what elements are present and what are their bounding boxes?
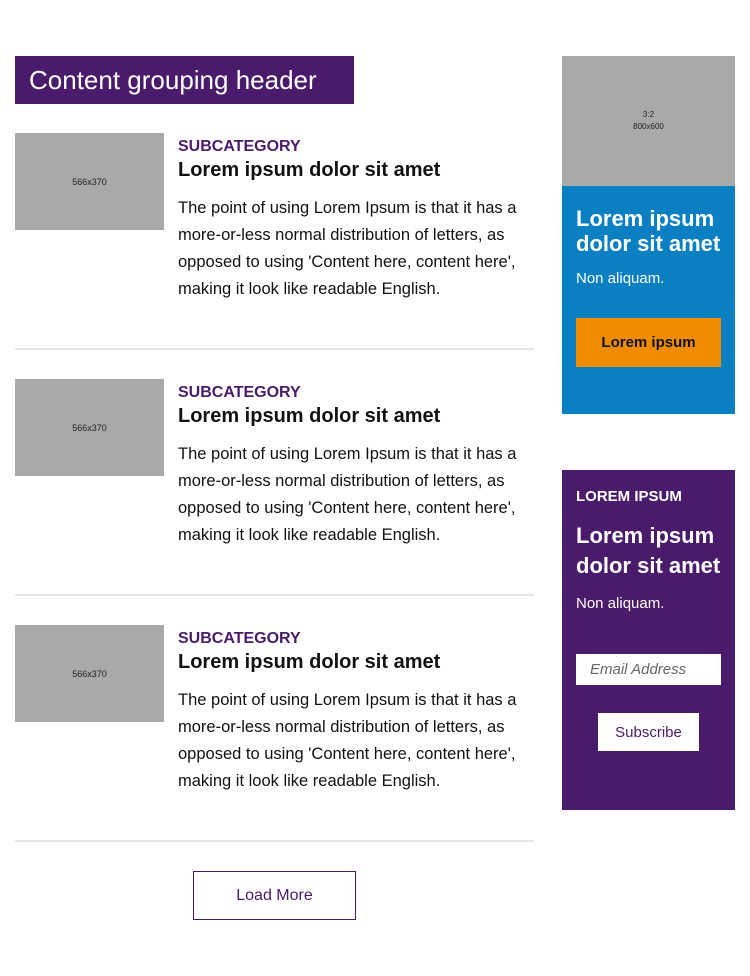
- newsletter-title: Lorem ipsum dolor sit amet: [576, 523, 721, 578]
- article-text: SUBCATEGORY Lorem ipsum dolor sit amet T…: [178, 137, 528, 303]
- article-title[interactable]: Lorem ipsum dolor sit amet: [178, 649, 528, 675]
- article-subcategory[interactable]: SUBCATEGORY: [178, 137, 528, 157]
- article-title[interactable]: Lorem ipsum dolor sit amet: [178, 403, 528, 429]
- article-title[interactable]: Lorem ipsum dolor sit amet: [178, 157, 528, 183]
- article-subcategory[interactable]: SUBCATEGORY: [178, 383, 528, 403]
- newsletter-body: LOREM IPSUM Lorem ipsum dolor sit amet N…: [562, 470, 735, 751]
- article-text: SUBCATEGORY Lorem ipsum dolor sit amet T…: [178, 629, 528, 795]
- article-thumbnail[interactable]: 566x370: [15, 379, 164, 476]
- article-card: 566x370 SUBCATEGORY Lorem ipsum dolor si…: [15, 133, 534, 350]
- thumbnail-size-label: 566x370: [72, 176, 107, 187]
- content-grouping-header: Content grouping header: [15, 56, 354, 104]
- article-description: The point of using Lorem Ipsum is that i…: [178, 445, 517, 544]
- promo-cta-button[interactable]: Lorem ipsum: [576, 318, 721, 367]
- email-field[interactable]: [576, 654, 721, 685]
- promo-title: Lorem ipsum dolor sit amet: [576, 206, 721, 256]
- article-description: The point of using Lorem Ipsum is that i…: [178, 691, 517, 790]
- newsletter-eyebrow: LOREM IPSUM: [576, 488, 682, 505]
- thumbnail-size-label: 566x370: [72, 422, 107, 433]
- promo-subtitle: Non aliquam.: [576, 270, 665, 287]
- load-more-button[interactable]: Load More: [193, 871, 356, 920]
- promo-image-placeholder: 3:2 800x600: [562, 56, 735, 186]
- article-thumbnail[interactable]: 566x370: [15, 625, 164, 722]
- article-card: 566x370 SUBCATEGORY Lorem ipsum dolor si…: [15, 350, 534, 596]
- thumbnail-size-label: 566x370: [72, 668, 107, 679]
- promo-body: Lorem ipsum dolor sit amet Non aliquam. …: [562, 186, 735, 367]
- newsletter-subtitle: Non aliquam.: [576, 595, 665, 612]
- article-description: The point of using Lorem Ipsum is that i…: [178, 199, 517, 298]
- article-thumbnail[interactable]: 566x370: [15, 133, 164, 230]
- newsletter-card: LOREM IPSUM Lorem ipsum dolor sit amet N…: [562, 470, 735, 810]
- promo-image-size: 800x600: [633, 122, 664, 131]
- subscribe-button[interactable]: Subscribe: [598, 713, 699, 751]
- promo-image-ratio: 3:2: [642, 110, 655, 119]
- article-card: 566x370 SUBCATEGORY Lorem ipsum dolor si…: [15, 596, 534, 842]
- article-text: SUBCATEGORY Lorem ipsum dolor sit amet T…: [178, 383, 528, 549]
- article-subcategory[interactable]: SUBCATEGORY: [178, 629, 528, 649]
- content-list: Content grouping header 566x370 SUBCATEG…: [15, 56, 534, 842]
- promo-card: 3:2 800x600 Lorem ipsum dolor sit amet N…: [562, 56, 735, 414]
